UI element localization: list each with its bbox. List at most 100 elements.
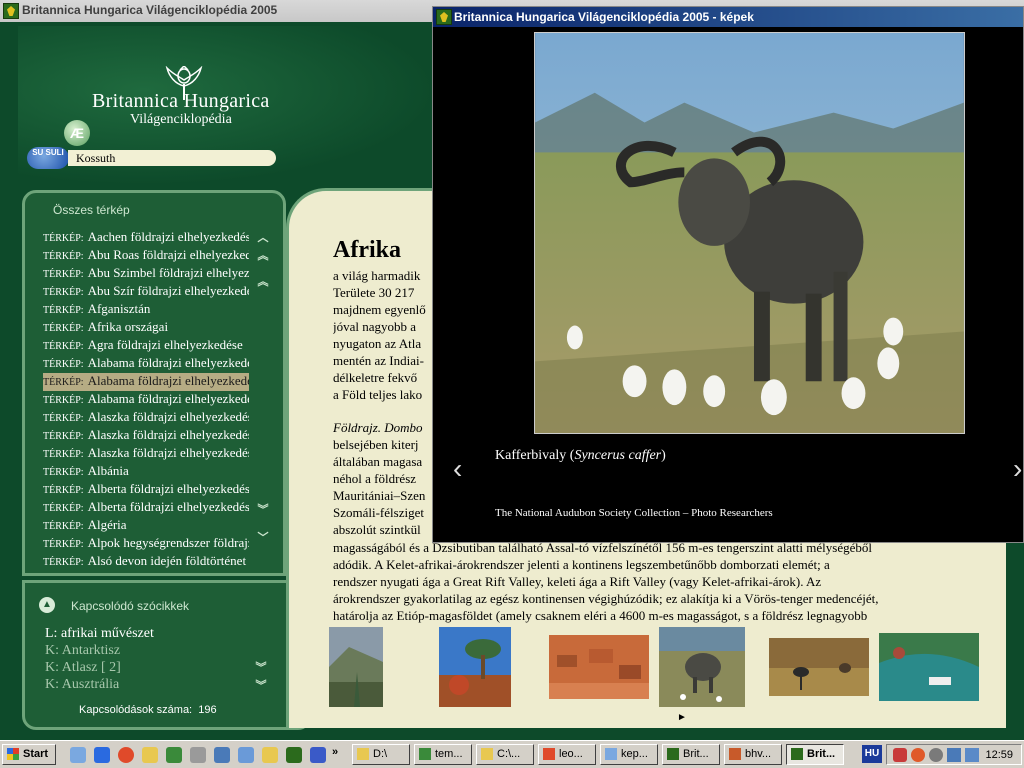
related-item[interactable]: K: Atlasz [ 2] (45, 659, 154, 676)
task-button[interactable]: tem... (414, 744, 472, 765)
map-list-item[interactable]: TÉRKÉP: Alberta földrajzi elhelyezkedése (43, 481, 249, 499)
map-item-label: Alabama földrajzi elhelyezkedése (87, 355, 249, 370)
ae-home-icon[interactable]: Æ (64, 120, 90, 146)
map-list-item[interactable]: TÉRKÉP: Alaszka földrajzi elhelyezkedése (43, 445, 249, 463)
tool-quicklaunch-icon[interactable] (166, 747, 182, 763)
task-button[interactable]: leo... (538, 744, 596, 765)
network-icon[interactable] (947, 748, 961, 762)
map-item-prefix: TÉRKÉP: (43, 251, 84, 262)
article-line: határolja az Etióp-magasföldet (amely cs… (333, 608, 868, 623)
scroll-down-icon[interactable]: ﹀ (257, 533, 269, 545)
map-item-prefix: TÉRKÉP: (43, 359, 84, 370)
related-item[interactable]: K: Antarktisz (45, 642, 154, 659)
settings-quicklaunch-icon[interactable] (190, 747, 206, 763)
map-list-item[interactable]: TÉRKÉP: Alaszka földrajzi elhelyezkedése (43, 427, 249, 445)
antivirus-icon[interactable] (911, 748, 925, 762)
map-list-item[interactable]: TÉRKÉP: Albánia (43, 463, 249, 481)
map-list-item[interactable]: TÉRKÉP: Alsó devon idején földtörténet (43, 553, 249, 569)
map-item-label: Alpok hegységrendszer földrajzi (87, 535, 249, 550)
scroll-page-down-icon[interactable]: ︾ (257, 505, 269, 517)
task-button[interactable]: Brit... (662, 744, 720, 765)
map-item-label: Alabama földrajzi elhelyezkedése (87, 391, 249, 406)
map-item-label: Alsó devon idején földtörténet (87, 553, 247, 568)
map-list-item[interactable]: TÉRKÉP: Alabama földrajzi elhelyezkedése (43, 373, 249, 391)
map-list-item[interactable]: TÉRKÉP: Alabama földrajzi elhelyezkedése (43, 355, 249, 373)
map-panel-title: Összes térkép (53, 203, 130, 217)
map-item-label: Albánia (87, 463, 129, 478)
thumbnail-aerial-image[interactable] (879, 627, 979, 707)
clock[interactable]: 12:59 (985, 748, 1013, 762)
map-list-item[interactable]: TÉRKÉP: Algéria (43, 517, 249, 535)
more-thumbnails-icon[interactable]: ► (677, 712, 687, 723)
thumbnail-buffalo-image[interactable] (659, 627, 745, 707)
explorer-quicklaunch-icon[interactable] (262, 747, 278, 763)
ie-quicklaunch-icon[interactable] (70, 747, 86, 763)
display-icon[interactable] (965, 748, 979, 762)
scroll-top-icon[interactable]: ︽ (257, 277, 269, 289)
image-credit: The National Audubon Society Collection … (495, 507, 773, 519)
chrome-quicklaunch-icon[interactable] (118, 747, 134, 763)
map-item-label: Afganisztán (87, 301, 151, 316)
related-scroll-end-icon[interactable]: ︾ (255, 681, 267, 693)
media-quicklaunch-icon[interactable] (310, 747, 326, 763)
map-list-item[interactable]: TÉRKÉP: Afrika országai (43, 319, 249, 337)
article-line: majdnem egyenlő (333, 302, 426, 317)
map-item-prefix: TÉRKÉP: (43, 485, 84, 496)
network-quicklaunch-icon[interactable] (238, 747, 254, 763)
previous-image-icon[interactable]: ‹ (453, 453, 462, 485)
task-button[interactable]: kep... (600, 744, 658, 765)
related-list: L: afrikai művészet K: Antarktisz K: Atl… (45, 625, 154, 693)
map-item-label: Alaszka földrajzi elhelyezkedése (87, 445, 249, 460)
folder-quicklaunch-icon[interactable] (142, 747, 158, 763)
map-list-item[interactable]: TÉRKÉP: Abu Szír földrajzi elhelyezkedése (43, 283, 249, 301)
article-line: rendszer nyugati ága a Great Rift Valley… (333, 574, 822, 589)
thumbnail-village-image[interactable] (549, 627, 649, 707)
article-line: mentén az Indiai- (333, 353, 424, 368)
map-item-prefix: TÉRKÉP: (43, 449, 84, 460)
map-item-label: Alaszka földrajzi elhelyezkedése (87, 409, 249, 424)
thumbnail-tree-image[interactable] (439, 627, 511, 707)
collapse-toggle-icon[interactable]: ▲ (39, 597, 55, 613)
language-indicator[interactable]: HU (862, 745, 882, 763)
mail-quicklaunch-icon[interactable] (214, 747, 230, 763)
caption-species: Syncerus caffer (574, 448, 662, 463)
security-icon[interactable] (929, 748, 943, 762)
map-list-item[interactable]: TÉRKÉP: Aachen földrajzi elhelyezkedése (43, 229, 249, 247)
viewer-app-icon (436, 9, 452, 25)
map-list-item[interactable]: TÉRKÉP: Alabama földrajzi elhelyezkedése (43, 391, 249, 409)
article-line: Mauritániai–Szen (333, 488, 426, 503)
search-input[interactable]: Kossuth (68, 150, 276, 166)
map-list-item[interactable]: TÉRKÉP: Afganisztán (43, 301, 249, 319)
article-section: Földrajz. Dombo belsejében kiterj általába… (333, 419, 443, 538)
article-line: általában magasa (333, 454, 423, 469)
image-window-title-bar[interactable]: Britannica Hungarica Világenciklopédia 2… (433, 7, 1023, 27)
chevron-right-icon[interactable]: » (332, 746, 338, 758)
map-list-item[interactable]: TÉRKÉP: Alpok hegységrendszer földrajzi (43, 535, 249, 553)
map-list-item[interactable]: TÉRKÉP: Agra földrajzi elhelyezkedése (43, 337, 249, 355)
related-scroll-down-icon[interactable]: ︾ (255, 663, 267, 675)
thumbnail-plant-image[interactable] (329, 627, 383, 707)
task-button[interactable]: D:\ (352, 744, 410, 765)
map-list-item[interactable]: TÉRKÉP:Abu Szimbel földrajzi elhelyezked… (43, 265, 249, 283)
scroll-page-up-icon[interactable]: ︽ (257, 251, 269, 263)
map-list-item[interactable]: TÉRKÉP: Alaszka földrajzi elhelyezkedése (43, 409, 249, 427)
suli-badge[interactable]: SU SULI (27, 147, 69, 169)
browser-quicklaunch-icon[interactable] (94, 747, 110, 763)
map-list-item[interactable]: TÉRKÉP:Abu Roas földrajzi elhelyezkedése (43, 247, 249, 265)
related-item[interactable]: K: Ausztrália (45, 676, 154, 693)
scroll-up-icon[interactable]: ︿ (257, 233, 269, 245)
related-item[interactable]: L: afrikai művészet (45, 625, 154, 642)
shield-icon[interactable] (893, 748, 907, 762)
task-button[interactable]: C:\... (476, 744, 534, 765)
start-button[interactable]: Start (2, 744, 56, 765)
britannica-quicklaunch-icon[interactable] (286, 747, 302, 763)
related-count: Kapcsolódások száma: 196 (79, 704, 217, 716)
task-button[interactable]: bhv... (724, 744, 782, 765)
task-button-active[interactable]: Brit... (786, 744, 844, 765)
thumbnail-ostrich-image[interactable] (769, 627, 869, 707)
map-item-prefix: TÉRKÉP: (43, 233, 84, 244)
next-image-icon[interactable]: › (1013, 453, 1022, 485)
map-list-item[interactable]: TÉRKÉP: Alberta földrajzi elhelyezkedése (43, 499, 249, 517)
related-count-value: 196 (198, 704, 217, 716)
caption-prefix: Kafferbivaly ( (495, 448, 575, 463)
